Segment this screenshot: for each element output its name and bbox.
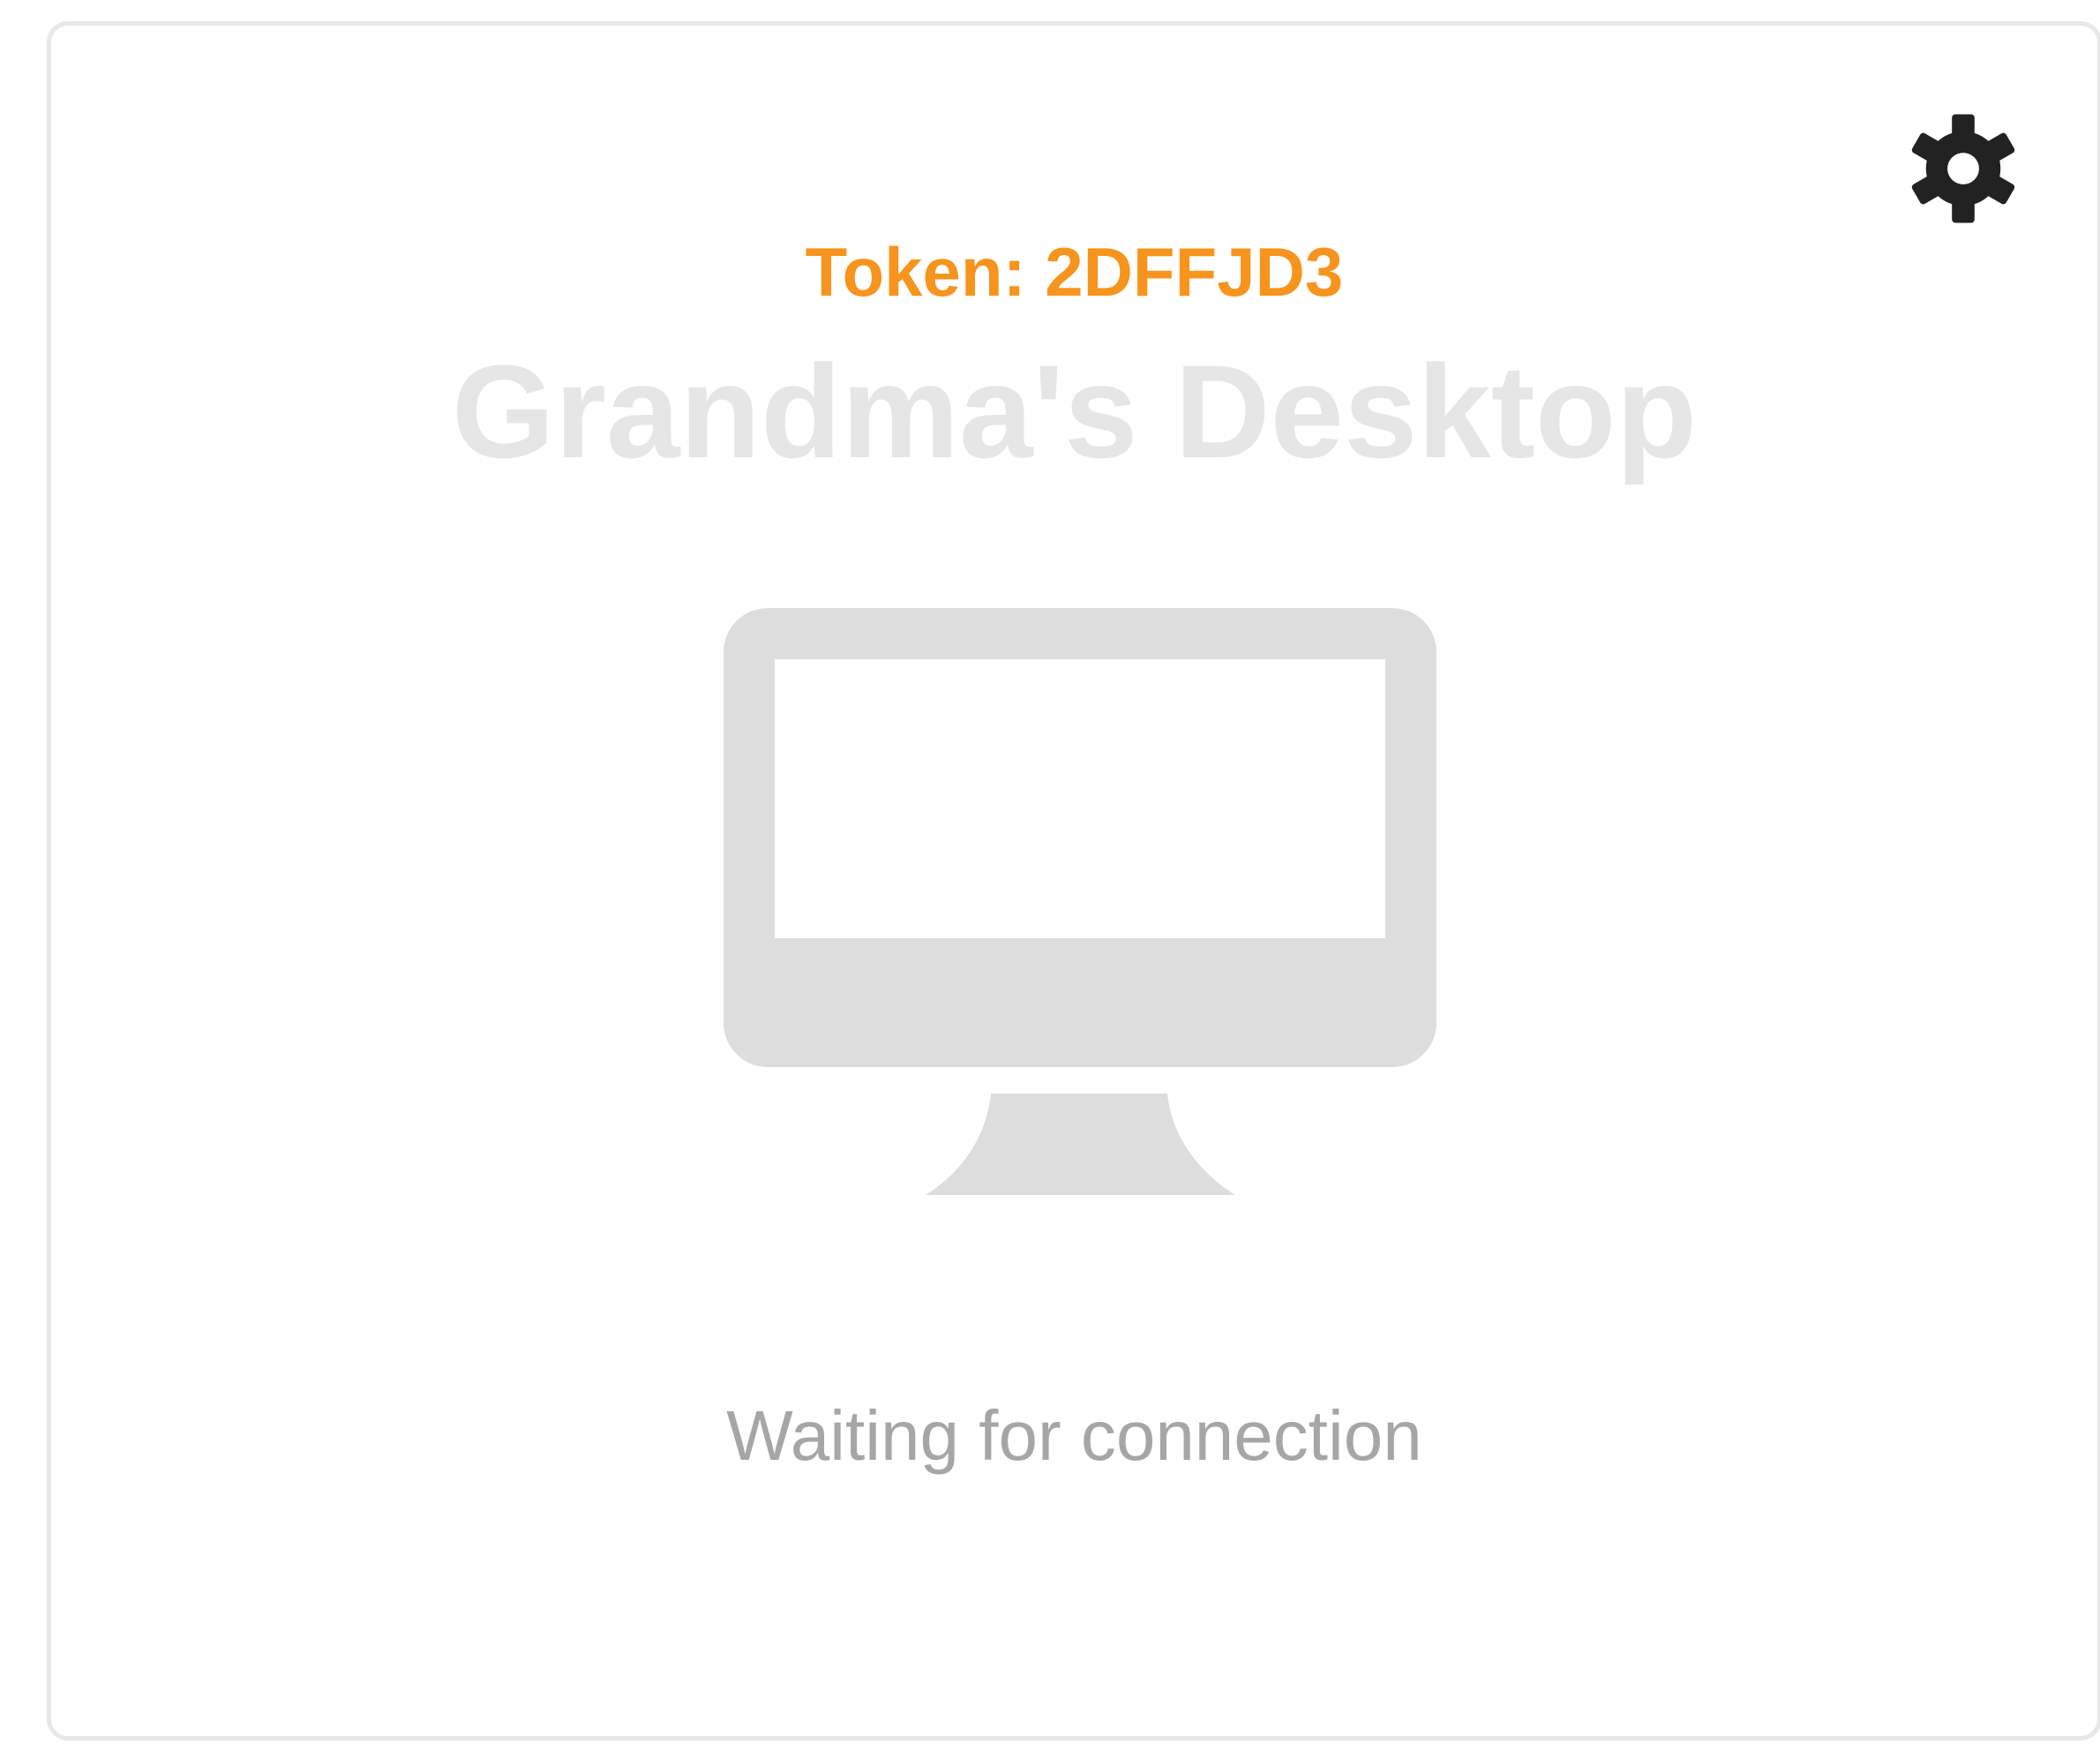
connection-status: Waiting for connection <box>726 1396 1422 1475</box>
gear-icon <box>1911 114 2015 223</box>
token-label: Token: 2DFFJD3 <box>805 233 1344 311</box>
desktop-card: Token: 2DFFJD3 Grandma's Desktop Waiting… <box>47 21 2100 1740</box>
device-title: Grandma's Desktop <box>451 337 1698 485</box>
settings-button[interactable] <box>1907 112 2020 225</box>
desktop-monitor-icon <box>724 608 1436 1217</box>
